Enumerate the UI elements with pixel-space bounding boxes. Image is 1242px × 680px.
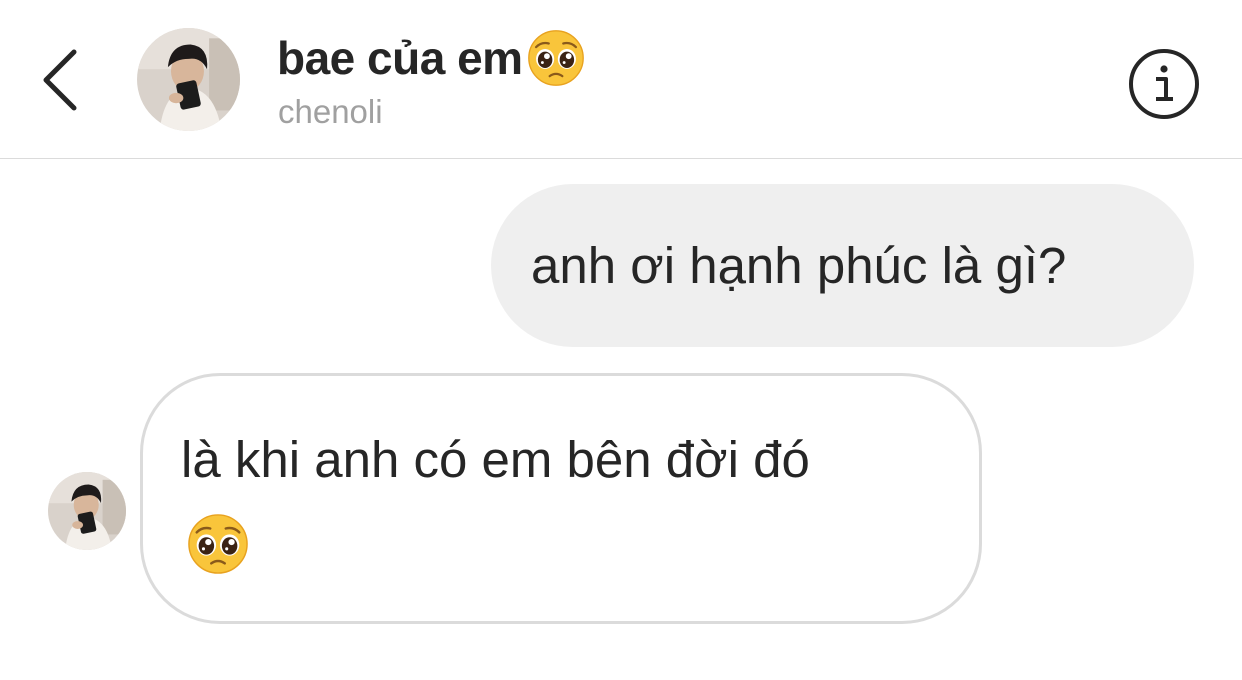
sender-avatar[interactable] <box>48 472 126 550</box>
back-button[interactable] <box>30 40 90 120</box>
contact-name: bae của em <box>277 32 523 84</box>
outgoing-message-bubble[interactable]: anh ơi hạnh phúc là gì? <box>491 184 1194 347</box>
contact-name-row[interactable]: bae của em <box>277 26 585 90</box>
pleading-face-emoji <box>527 29 585 87</box>
contact-username: chenoli <box>278 93 383 130</box>
chat-screen: bae của em chenoli anh ơi hạnh phúc là g… <box>0 0 1242 680</box>
message-text: anh ơi hạnh phúc là gì? <box>531 237 1067 294</box>
contact-avatar[interactable] <box>137 28 240 131</box>
info-button[interactable] <box>1124 44 1204 124</box>
chat-header: bae của em chenoli <box>0 0 1242 159</box>
message-text: là khi anh có em bên đời đó <box>181 431 810 488</box>
chevron-left-icon <box>43 49 77 111</box>
pleading-face-emoji <box>187 513 249 575</box>
info-circle-icon <box>1129 49 1199 119</box>
incoming-message-bubble[interactable]: là khi anh có em bên đời đó <box>140 373 982 624</box>
